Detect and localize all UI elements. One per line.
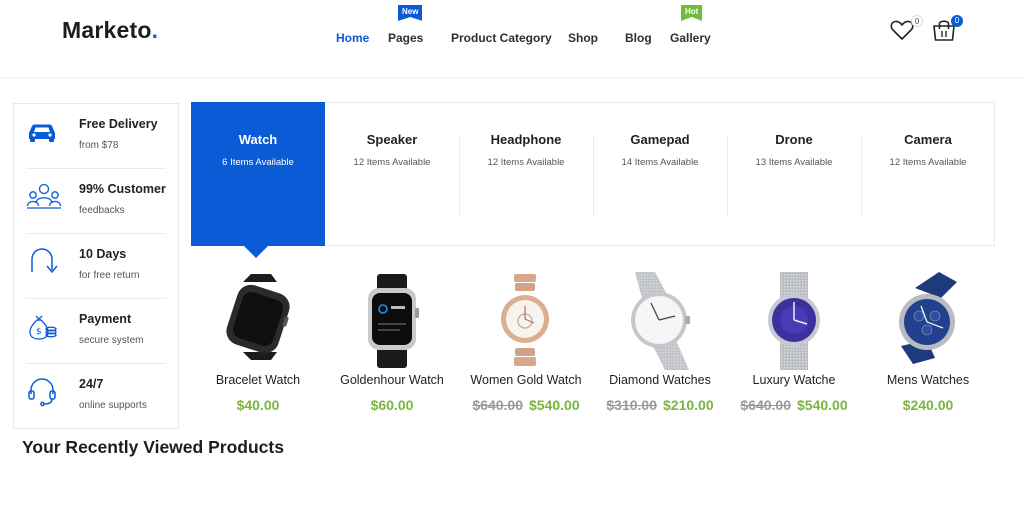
logo[interactable]: Marketo. [62,17,158,44]
product-card[interactable]: Bracelet Watch $40.00 [191,262,325,422]
nav-pages[interactable]: Pages [388,31,423,45]
product-name: Luxury Watche [752,373,836,387]
tab-title: Headphone [490,132,562,147]
feature-title: 99% Customer [79,182,166,196]
product-price: $240.00 [861,397,995,413]
tab-camera[interactable]: Camera 12 Items Available [861,102,995,246]
product-name: Mens Watches [886,373,970,387]
product-card[interactable]: Mens Watches $240.00 [861,262,995,422]
feature-title: 10 Days [79,247,127,261]
tab-count: 14 Items Available [621,157,699,168]
feature-subtitle: feedbacks [79,205,125,216]
feature-customer-feedback: 99% Customer feedbacks [26,169,166,234]
tab-gamepad[interactable]: Gamepad 14 Items Available [593,102,727,246]
tab-count: 12 Items Available [487,157,565,168]
nav-blog[interactable]: Blog [625,31,652,45]
nav-home[interactable]: Home [336,31,369,45]
return-arrow-icon [26,246,58,278]
money-bag-icon: $ [26,311,58,343]
feature-title: 24/7 [79,377,104,391]
rose-gold-watch-image[interactable] [459,268,593,374]
nav-gallery[interactable]: Gallery [670,31,711,45]
product-name: Bracelet Watch [215,373,301,387]
feature-online-support: 24/7 online supports [26,364,166,429]
tab-title: Gamepad [630,132,690,147]
features-panel: Free Delivery from $78 99% Customer feed… [13,103,179,429]
feature-title: Payment [79,312,132,326]
svg-text:$: $ [36,327,42,337]
tab-drone[interactable]: Drone 13 Items Available [727,102,861,246]
feature-free-return: 10 Days for free return [26,234,166,299]
tab-count: 12 Items Available [889,157,967,168]
tab-title: Watch [238,132,278,147]
hot-badge: Hot [681,5,703,21]
category-tabs: Watch 6 Items Available Speaker 12 Items… [191,102,995,246]
old-price: $640.00 [740,397,791,413]
active-tab-pointer [243,245,269,258]
product-card[interactable]: Women Gold Watch $640.00 $540.00 [459,262,593,422]
product-price: $640.00 $540.00 [459,397,593,413]
nav-shop[interactable]: Shop [568,31,598,45]
feature-payment: $ Payment secure system [26,299,166,364]
feature-subtitle: online supports [79,400,147,411]
product-card[interactable]: Diamond Watches $310.00 $210.00 [593,262,727,422]
product-card[interactable]: Goldenhour Watch $60.00 [325,262,459,422]
current-price: $540.00 [797,397,848,413]
car-icon [26,116,58,148]
product-price: $60.00 [325,397,459,413]
new-badge: New [398,5,423,21]
blue-leather-watch-image[interactable] [861,268,995,374]
product-card[interactable]: Luxury Watche $640.00 $540.00 [727,262,861,422]
purple-dial-mesh-watch-image[interactable] [727,268,861,374]
feature-subtitle: secure system [79,335,144,346]
tab-headphone[interactable]: Headphone 12 Items Available [459,102,593,246]
current-price: $40.00 [236,397,280,413]
tab-count: 6 Items Available [222,157,294,168]
feature-subtitle: from $78 [79,140,119,151]
product-price: $40.00 [191,397,325,413]
feature-subtitle: for free return [79,270,140,281]
tab-title: Speaker [366,132,418,147]
old-price: $310.00 [606,397,657,413]
product-price: $640.00 $540.00 [727,397,861,413]
current-price: $210.00 [663,397,714,413]
silver-smartwatch-image[interactable] [325,268,459,374]
tab-title: Camera [904,132,952,147]
cart-count-badge: 0 [951,15,963,27]
old-price: $640.00 [472,397,523,413]
current-price: $540.00 [529,397,580,413]
feature-title: Free Delivery [79,117,158,131]
site-header: Marketo. Home Pages Product Category Sho… [0,0,1024,78]
current-price: $240.00 [902,397,954,413]
nav-product-category[interactable]: Product Category [451,31,552,45]
recently-viewed-heading: Your Recently Viewed Products [22,437,284,457]
product-name: Women Gold Watch [470,373,582,387]
wishlist-count-badge: 0 [911,15,923,27]
product-name: Diamond Watches [609,373,711,387]
tab-title: Drone [775,132,813,147]
current-price: $60.00 [370,397,414,413]
product-name: Goldenhour Watch [340,373,444,387]
tab-speaker[interactable]: Speaker 12 Items Available [325,102,459,246]
tab-count: 12 Items Available [353,157,431,168]
tab-watch[interactable]: Watch 6 Items Available [191,102,325,246]
black-smartwatch-image[interactable] [191,268,325,374]
customers-icon [26,181,62,213]
product-price: $310.00 $210.00 [593,397,727,413]
tab-count: 13 Items Available [755,157,833,168]
white-dial-mesh-watch-image[interactable] [593,268,727,374]
feature-free-delivery: Free Delivery from $78 [26,104,166,169]
headset-icon [26,376,58,408]
